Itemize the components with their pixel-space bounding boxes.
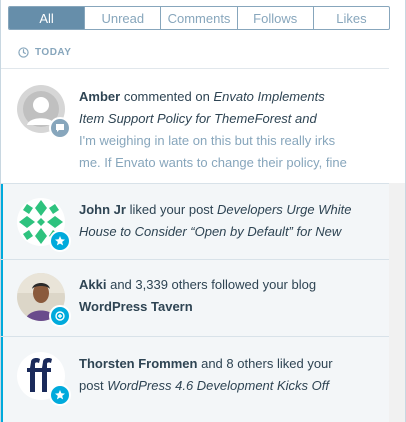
- action-text: and 8 others liked your: [201, 356, 333, 371]
- post-title-cont[interactable]: House to Consider “Open by Default” for …: [79, 221, 371, 243]
- follow-badge: [49, 305, 71, 327]
- like-badge: [49, 230, 71, 252]
- notification-body: John Jr liked your post Developers Urge …: [79, 199, 371, 243]
- actor-name[interactable]: Thorsten Frommen: [79, 356, 197, 371]
- unread-indicator: [1, 260, 3, 336]
- action-text: liked your post: [129, 202, 214, 217]
- action-text: and 3,339 others followed your blog: [110, 277, 317, 292]
- star-icon: [55, 236, 65, 246]
- section-header: TODAY: [18, 44, 71, 60]
- notification-body: Akki and 3,339 others followed your blog…: [79, 274, 371, 318]
- blog-name[interactable]: WordPress Tavern: [79, 299, 193, 314]
- section-label: TODAY: [35, 46, 72, 58]
- avatar-wrap: [17, 273, 71, 327]
- post-title[interactable]: Developers Urge White: [217, 202, 351, 217]
- follow-icon: [55, 311, 65, 321]
- avatar-wrap: [17, 352, 71, 406]
- scrollbar[interactable]: [389, 183, 405, 422]
- actor-name[interactable]: John Jr: [79, 202, 126, 217]
- tab-likes[interactable]: Likes: [312, 7, 389, 29]
- tab-follows[interactable]: Follows: [236, 7, 313, 29]
- star-icon: [55, 390, 65, 400]
- clock-icon: [18, 46, 29, 58]
- notification-body: Amber commented on Envato Implements Ite…: [79, 86, 371, 174]
- actor-name[interactable]: Akki: [79, 277, 106, 292]
- comment-excerpt-cont: me. If Envato wants to change their poli…: [79, 155, 347, 170]
- actor-name[interactable]: Amber: [79, 89, 120, 104]
- like-badge: [49, 384, 71, 406]
- notification-comment[interactable]: Amber commented on Envato Implements Ite…: [1, 69, 389, 184]
- post-title[interactable]: WordPress 4.6 Development Kicks Off: [107, 378, 329, 393]
- notification-body: Thorsten Frommen and 8 others liked your…: [79, 353, 371, 397]
- comment-excerpt: I'm weighing in late on this but this re…: [79, 133, 336, 148]
- notification-like[interactable]: John Jr liked your post Developers Urge …: [1, 184, 389, 260]
- comment-icon: [56, 124, 64, 132]
- unread-indicator: [1, 337, 3, 422]
- notifications-panel: All Unread Comments Follows Likes TODAY: [0, 0, 406, 422]
- avatar-wrap: [17, 198, 71, 252]
- notification-follow[interactable]: Akki and 3,339 others followed your blog…: [1, 260, 389, 337]
- notification-list: Amber commented on Envato Implements Ite…: [1, 68, 389, 422]
- avatar-wrap: [17, 85, 71, 139]
- unread-indicator: [1, 184, 3, 259]
- post-title-cont[interactable]: Item Support Policy for ThemeForest and: [79, 108, 371, 130]
- tab-all[interactable]: All: [9, 7, 85, 29]
- notification-like[interactable]: Thorsten Frommen and 8 others liked your…: [1, 337, 389, 422]
- action-text: commented on: [123, 89, 210, 104]
- filter-tabs: All Unread Comments Follows Likes: [8, 6, 390, 30]
- tab-comments[interactable]: Comments: [160, 7, 236, 29]
- comment-badge: [49, 117, 71, 139]
- action-text-cont: post: [79, 378, 104, 393]
- tab-unread[interactable]: Unread: [84, 7, 160, 29]
- post-title[interactable]: Envato Implements: [213, 89, 324, 104]
